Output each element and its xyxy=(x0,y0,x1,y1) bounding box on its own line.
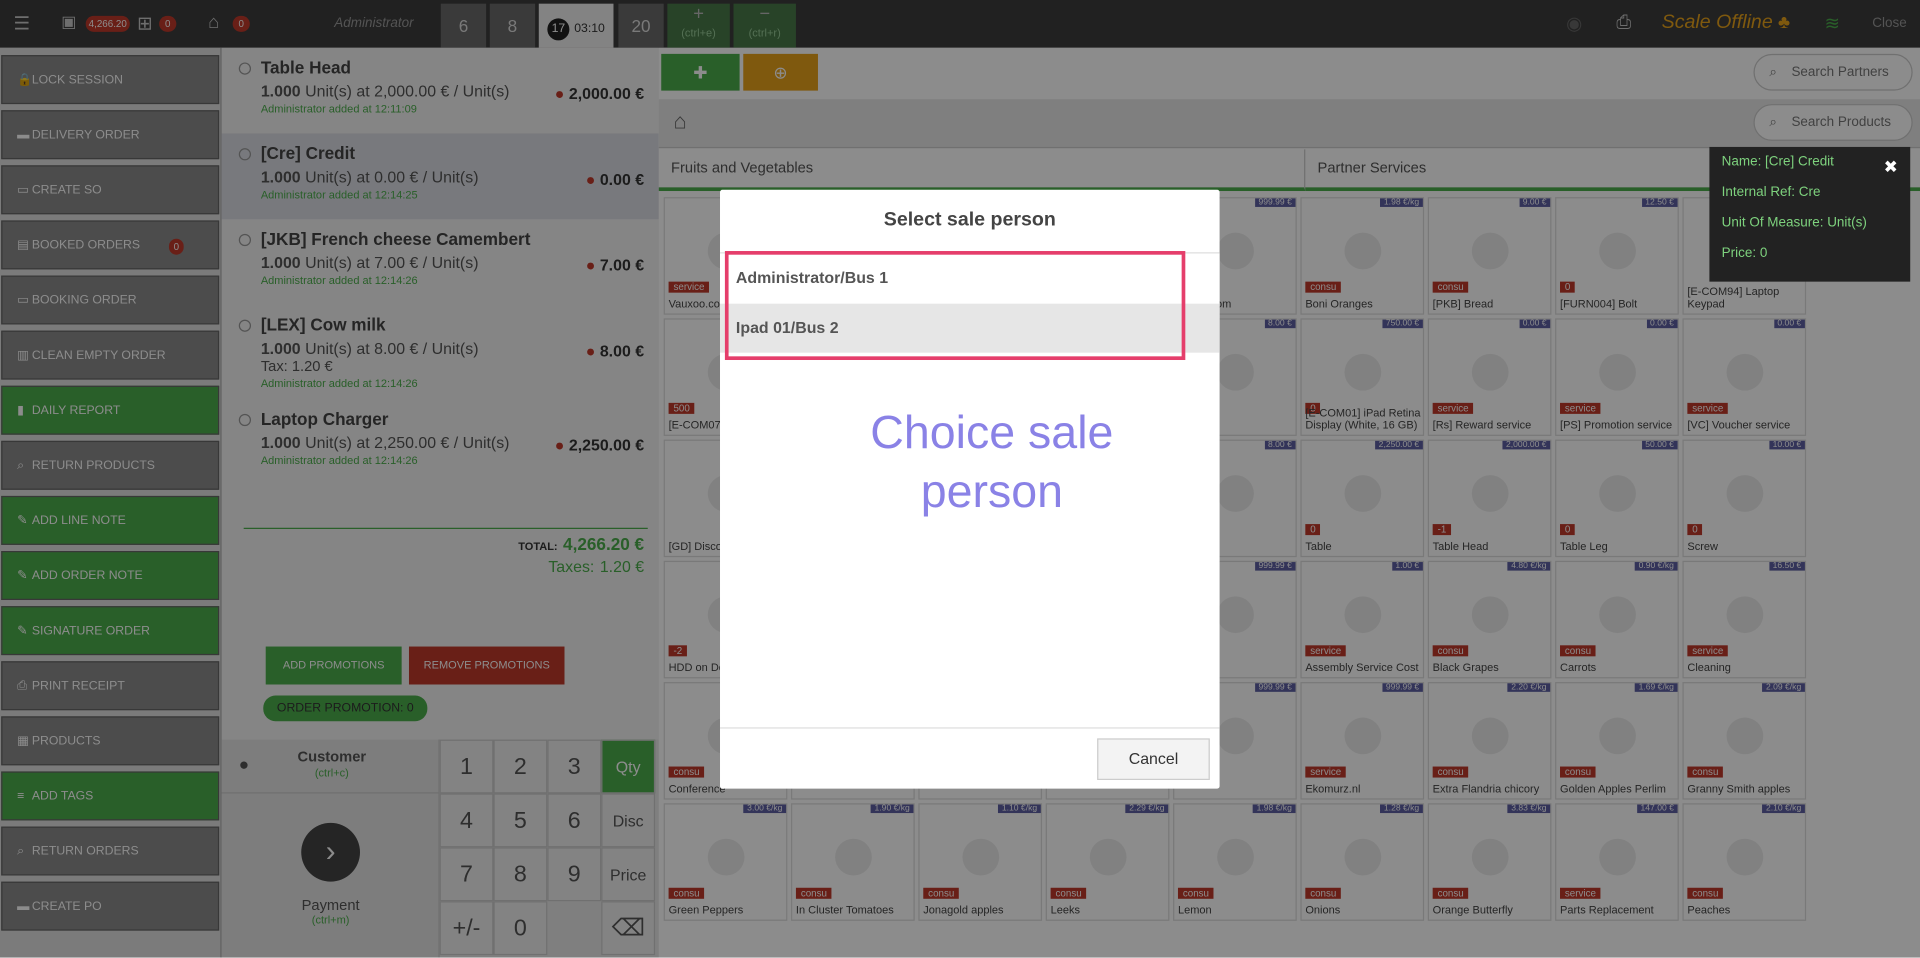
dialog-title: Select sale person xyxy=(720,190,1220,254)
dialog-footer-divider xyxy=(720,727,1220,729)
cancel-button[interactable]: Cancel xyxy=(1097,738,1210,781)
product-tooltip: ✖ Name: [Cre] Credit Internal Ref: Cre U… xyxy=(1709,146,1911,282)
highlight-frame xyxy=(724,251,1186,361)
tooltip-price: Price: 0 xyxy=(1721,246,1768,261)
tooltip-name: Name: [Cre] Credit xyxy=(1721,154,1834,169)
tooltip-uom: Unit Of Measure: Unit(s) xyxy=(1721,215,1867,231)
tooltip-ref: Internal Ref: Cre xyxy=(1721,184,1821,200)
close-icon[interactable]: ✖ xyxy=(1884,157,1898,178)
pos-screen: ☰ ▣ 4,266.20 ⊞ 0 ⌂ 0 Administrator 6 8 1… xyxy=(0,0,1920,958)
annotation-text: Choice sale person xyxy=(870,407,1114,518)
